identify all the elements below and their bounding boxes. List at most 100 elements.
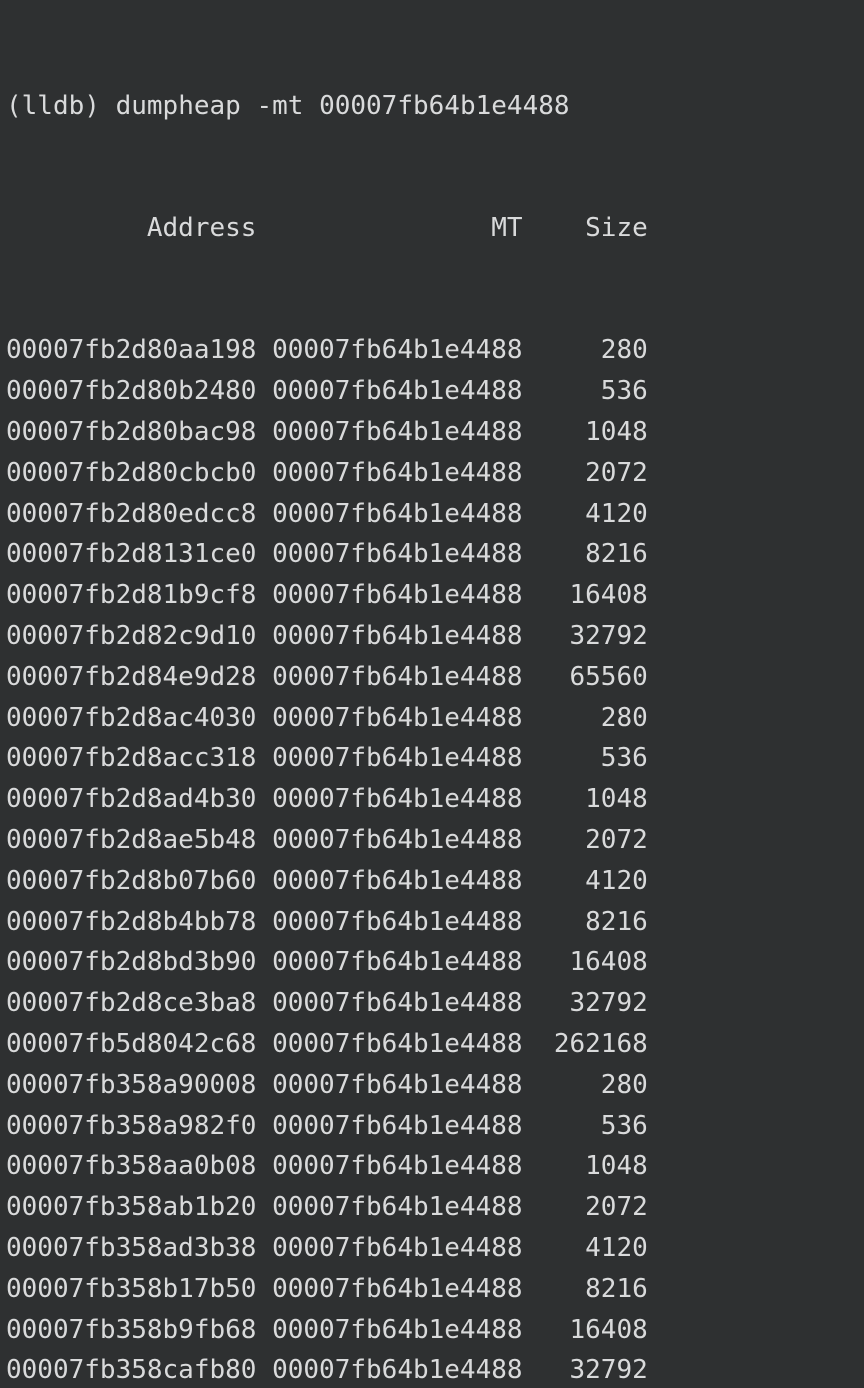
table-row: 00007fb2d8ac4030 00007fb64b1e4488280 bbox=[6, 698, 858, 739]
cell-address: 00007fb2d82c9d10 bbox=[6, 616, 256, 657]
cell-mt: 00007fb64b1e4488 bbox=[272, 412, 522, 453]
table-row: 00007fb358aa0b0800007fb64b1e44881048 bbox=[6, 1146, 858, 1187]
header-address: Address bbox=[6, 208, 256, 249]
cell-mt: 00007fb64b1e4488 bbox=[272, 1228, 522, 1269]
cell-mt: 00007fb64b1e4488 bbox=[272, 1146, 522, 1187]
cell-mt: 00007fb64b1e4488 bbox=[272, 657, 522, 698]
cell-size: 1048 bbox=[523, 779, 648, 820]
table-row: 00007fb2d8ad4b30 00007fb64b1e44881048 bbox=[6, 779, 858, 820]
cell-address: 00007fb2d8b4bb78 bbox=[6, 902, 256, 943]
table-row: 00007fb2d80aa19800007fb64b1e4488280 bbox=[6, 330, 858, 371]
cell-size: 32792 bbox=[523, 616, 648, 657]
cell-address: 00007fb2d8131ce0 bbox=[6, 534, 256, 575]
cell-address: 00007fb2d8ad4b30 bbox=[6, 779, 256, 820]
cell-mt: 00007fb64b1e4488 bbox=[272, 861, 522, 902]
cell-mt: 00007fb64b1e4488 bbox=[272, 453, 522, 494]
table-row: 00007fb2d82c9d1000007fb64b1e448832792 bbox=[6, 616, 858, 657]
cell-size: 65560 bbox=[523, 657, 648, 698]
cell-address: 00007fb2d80cbcb0 bbox=[6, 453, 256, 494]
cell-address: 00007fb2d8ac4030 bbox=[6, 698, 256, 739]
cell-size: 262168 bbox=[523, 1024, 648, 1065]
cell-size: 8216 bbox=[523, 902, 648, 943]
cell-mt: 00007fb64b1e4488 bbox=[272, 575, 522, 616]
command-line: (lldb) dumpheap -mt 00007fb64b1e4488 bbox=[6, 86, 858, 127]
cell-size: 4120 bbox=[523, 494, 648, 535]
cell-mt: 00007fb64b1e4488 bbox=[272, 1065, 522, 1106]
terminal-output[interactable]: (lldb) dumpheap -mt 00007fb64b1e4488 Add… bbox=[0, 0, 864, 1388]
cell-mt: 00007fb64b1e4488 bbox=[272, 820, 522, 861]
cell-mt: 00007fb64b1e4488 bbox=[272, 1106, 522, 1147]
table-row: 00007fb358cafb80 00007fb64b1e448832792 bbox=[6, 1350, 858, 1388]
cell-address: 00007fb2d8ce3ba8 bbox=[6, 983, 256, 1024]
cell-size: 280 bbox=[523, 330, 648, 371]
cell-address: 00007fb358b17b50 bbox=[6, 1269, 256, 1310]
cell-mt: 00007fb64b1e4488 bbox=[272, 983, 522, 1024]
cell-size: 2072 bbox=[523, 1187, 648, 1228]
cell-address: 00007fb2d8acc318 bbox=[6, 738, 256, 779]
table-row: 00007fb2d80bac98 00007fb64b1e44881048 bbox=[6, 412, 858, 453]
table-row: 00007fb358ad3b38 00007fb64b1e44884120 bbox=[6, 1228, 858, 1269]
table-row: 00007fb358ab1b20 00007fb64b1e44882072 bbox=[6, 1187, 858, 1228]
cell-address: 00007fb2d80aa198 bbox=[6, 330, 256, 371]
cell-mt: 00007fb64b1e4488 bbox=[272, 1269, 522, 1310]
table-row: 00007fb358a90008 00007fb64b1e4488280 bbox=[6, 1065, 858, 1106]
cell-size: 4120 bbox=[523, 1228, 648, 1269]
table-row: 00007fb2d8acc318 00007fb64b1e4488536 bbox=[6, 738, 858, 779]
table-row: 00007fb5d8042c68 00007fb64b1e4488262168 bbox=[6, 1024, 858, 1065]
table-row: 00007fb2d8b4bb7800007fb64b1e44888216 bbox=[6, 902, 858, 943]
command-text: dumpheap -mt 00007fb64b1e4488 bbox=[116, 91, 570, 121]
cell-address: 00007fb2d8b07b60 bbox=[6, 861, 256, 902]
cell-address: 00007fb2d80bac98 bbox=[6, 412, 256, 453]
cell-address: 00007fb2d81b9cf8 bbox=[6, 575, 256, 616]
table-row: 00007fb2d8ce3ba800007fb64b1e448832792 bbox=[6, 983, 858, 1024]
cell-size: 32792 bbox=[523, 1350, 648, 1388]
cell-size: 8216 bbox=[523, 1269, 648, 1310]
table-row: 00007fb2d80edcc8 00007fb64b1e44884120 bbox=[6, 494, 858, 535]
cell-size: 16408 bbox=[523, 1310, 648, 1351]
prompt-prefix: (lldb) bbox=[6, 91, 116, 121]
cell-address: 00007fb2d8bd3b90 bbox=[6, 942, 256, 983]
cell-address: 00007fb2d84e9d28 bbox=[6, 657, 256, 698]
cell-size: 16408 bbox=[523, 575, 648, 616]
table-row: 00007fb2d8ae5b48 00007fb64b1e44882072 bbox=[6, 820, 858, 861]
cell-address: 00007fb358ab1b20 bbox=[6, 1187, 256, 1228]
cell-mt: 00007fb64b1e4488 bbox=[272, 1187, 522, 1228]
cell-address: 00007fb358a982f0 bbox=[6, 1106, 256, 1147]
cell-size: 280 bbox=[523, 1065, 648, 1106]
cell-size: 8216 bbox=[523, 534, 648, 575]
cell-address: 00007fb2d8ae5b48 bbox=[6, 820, 256, 861]
cell-address: 00007fb358cafb80 bbox=[6, 1350, 256, 1388]
cell-size: 2072 bbox=[523, 820, 648, 861]
cell-mt: 00007fb64b1e4488 bbox=[272, 1350, 522, 1388]
header-size: Size bbox=[523, 208, 648, 249]
header-mt: MT bbox=[272, 208, 522, 249]
cell-address: 00007fb358ad3b38 bbox=[6, 1228, 256, 1269]
cell-size: 1048 bbox=[523, 412, 648, 453]
table-row: 00007fb2d8131ce0 00007fb64b1e44888216 bbox=[6, 534, 858, 575]
table-row: 00007fb358b9fb68 00007fb64b1e448816408 bbox=[6, 1310, 858, 1351]
cell-address: 00007fb2d80edcc8 bbox=[6, 494, 256, 535]
cell-mt: 00007fb64b1e4488 bbox=[272, 779, 522, 820]
cell-mt: 00007fb64b1e4488 bbox=[272, 494, 522, 535]
table-body: 00007fb2d80aa19800007fb64b1e448828000007… bbox=[6, 330, 858, 1388]
table-row: 00007fb2d84e9d28 00007fb64b1e448865560 bbox=[6, 657, 858, 698]
table-row: 00007fb358b17b50 00007fb64b1e44888216 bbox=[6, 1269, 858, 1310]
table-header: Address MTSize bbox=[6, 208, 858, 249]
cell-address: 00007fb358a90008 bbox=[6, 1065, 256, 1106]
table-row: 00007fb2d8bd3b9000007fb64b1e448816408 bbox=[6, 942, 858, 983]
cell-size: 536 bbox=[523, 1106, 648, 1147]
cell-address: 00007fb5d8042c68 bbox=[6, 1024, 256, 1065]
cell-mt: 00007fb64b1e4488 bbox=[272, 371, 522, 412]
cell-size: 280 bbox=[523, 698, 648, 739]
cell-size: 536 bbox=[523, 738, 648, 779]
cell-address: 00007fb2d80b2480 bbox=[6, 371, 256, 412]
cell-mt: 00007fb64b1e4488 bbox=[272, 698, 522, 739]
cell-mt: 00007fb64b1e4488 bbox=[272, 738, 522, 779]
cell-mt: 00007fb64b1e4488 bbox=[272, 1024, 522, 1065]
cell-mt: 00007fb64b1e4488 bbox=[272, 534, 522, 575]
cell-address: 00007fb358b9fb68 bbox=[6, 1310, 256, 1351]
table-row: 00007fb2d80b248000007fb64b1e4488536 bbox=[6, 371, 858, 412]
cell-mt: 00007fb64b1e4488 bbox=[272, 1310, 522, 1351]
cell-address: 00007fb358aa0b08 bbox=[6, 1146, 256, 1187]
cell-size: 2072 bbox=[523, 453, 648, 494]
